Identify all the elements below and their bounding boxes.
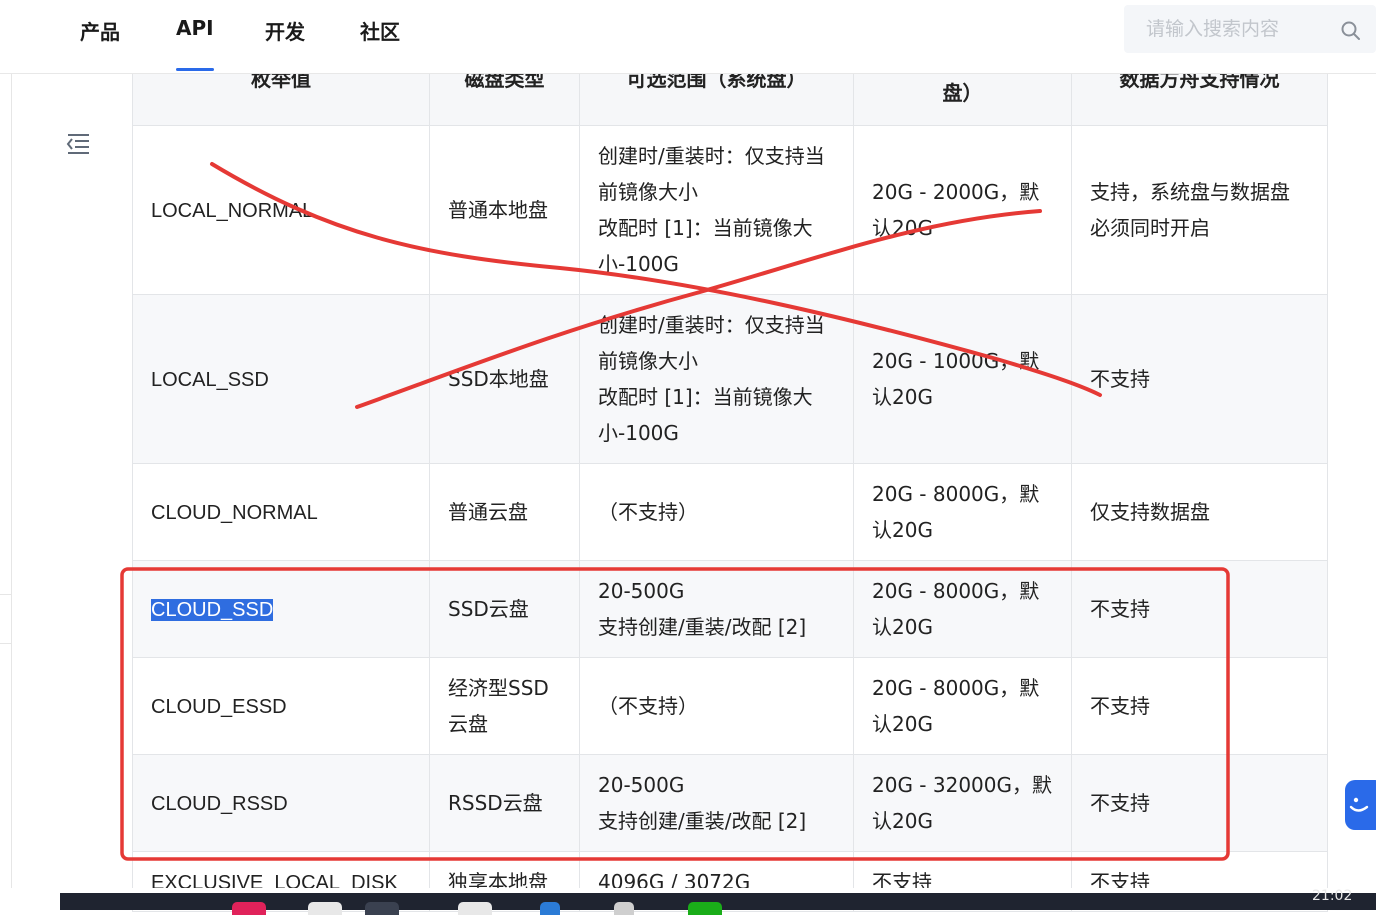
- app-icon-active[interactable]: [365, 902, 399, 915]
- data-range-line: 认20G: [872, 712, 933, 736]
- left-rail-divider: [0, 594, 12, 644]
- system-range-line: 前镜像大小: [598, 349, 698, 373]
- disk-type: RSSD云盘: [448, 791, 543, 815]
- system-range-line: （不支持）: [598, 500, 698, 524]
- disk-type: 云盘: [448, 712, 488, 736]
- app-icon[interactable]: [458, 902, 492, 915]
- enum-value[interactable]: CLOUD_ESSD: [151, 696, 287, 718]
- app-icon[interactable]: [232, 902, 266, 915]
- ark-support-line: 必须同时开启: [1090, 216, 1210, 240]
- system-range-line: 支持创建/重装/改配 [2]: [598, 809, 807, 833]
- system-range-line: 改配时 [1]：当前镜像大: [598, 385, 813, 409]
- app-icon[interactable]: [540, 902, 560, 915]
- search-input[interactable]: [1146, 15, 1336, 43]
- disk-type-table: 枚举值 磁盘类型 可选范围（系统盘） 盘） 数据方舟支持情况 LOCAL_NOR…: [132, 50, 1328, 912]
- app-icon[interactable]: [688, 902, 722, 915]
- disk-type: SSD本地盘: [448, 367, 549, 391]
- disk-type: 经济型SSD: [448, 676, 549, 700]
- nav-item-products[interactable]: 产品: [80, 16, 120, 45]
- ark-support-line: 不支持: [1090, 597, 1150, 621]
- data-range-line: 认20G: [872, 615, 933, 639]
- disk-type: SSD云盘: [448, 597, 529, 621]
- disk-type-table-wrapper: 枚举值 磁盘类型 可选范围（系统盘） 盘） 数据方舟支持情况 LOCAL_NOR…: [132, 50, 1328, 912]
- enum-value[interactable]: CLOUD_RSSD: [151, 793, 288, 815]
- system-range-line: 支持创建/重装/改配 [2]: [598, 615, 807, 639]
- enum-value[interactable]: LOCAL_NORMAL: [151, 200, 313, 222]
- enum-value[interactable]: CLOUD_NORMAL: [151, 502, 318, 524]
- system-range-line: （不支持）: [598, 694, 698, 718]
- data-range-line: 20G - 8000G，默: [872, 676, 1040, 700]
- nav-item-community[interactable]: 社区: [360, 16, 400, 45]
- left-rail: [0, 74, 12, 890]
- outline-collapse-icon[interactable]: [64, 130, 92, 158]
- table-row: CLOUD_NORMAL 普通云盘 （不支持） 20G - 8000G，默 认2…: [132, 463, 1328, 561]
- ark-support-line: 不支持: [1090, 791, 1150, 815]
- data-range-line: 认20G: [872, 518, 933, 542]
- search-box: [1124, 5, 1376, 53]
- ark-support-line: 不支持: [1090, 367, 1150, 391]
- system-range-line: 创建时/重装时：仅支持当: [598, 313, 825, 337]
- nav-item-develop[interactable]: 开发: [265, 16, 305, 45]
- data-range-line: 20G - 1000G，默: [872, 349, 1040, 373]
- table-row: CLOUD_ESSD 经济型SSD 云盘 （不支持） 20G - 8000G，默…: [132, 657, 1328, 755]
- ark-support-line: 不支持: [1090, 694, 1150, 718]
- nav-item-api[interactable]: API: [176, 16, 214, 71]
- system-range-line: 前镜像大小: [598, 180, 698, 204]
- table-row: CLOUD_RSSD RSSD云盘 20-500G 支持创建/重装/改配 [2]…: [132, 754, 1328, 852]
- table-row: CLOUD_SSD SSD云盘 20-500G 支持创建/重装/改配 [2] 2…: [132, 560, 1328, 658]
- data-range-line: 20G - 8000G，默: [872, 482, 1040, 506]
- table-row: LOCAL_SSD SSD本地盘 创建时/重装时：仅支持当 前镜像大小 改配时 …: [132, 294, 1328, 464]
- os-taskbar: 21:02: [0, 888, 1376, 915]
- search-icon[interactable]: [1340, 20, 1362, 42]
- app-icon[interactable]: [614, 902, 634, 915]
- taskbar-strip: [60, 893, 1376, 915]
- system-range-line: 改配时 [1]：当前镜像大: [598, 216, 813, 240]
- floating-help-button[interactable]: [1345, 780, 1376, 830]
- system-range-line: 小-100G: [598, 421, 679, 445]
- data-range-line: 认20G: [872, 216, 933, 240]
- data-range-line: 20G - 32000G，默: [872, 773, 1052, 797]
- disk-type: 普通云盘: [448, 500, 528, 524]
- ark-support-line: 仅支持数据盘: [1090, 500, 1210, 524]
- enum-value[interactable]: LOCAL_SSD: [151, 369, 269, 391]
- system-range-line: 20-500G: [598, 773, 685, 797]
- top-navigation-bar: 产品 API 开发 社区: [0, 0, 1376, 74]
- system-range-line: 20-500G: [598, 579, 685, 603]
- app-icon[interactable]: [308, 902, 342, 915]
- data-range-line: 20G - 8000G，默: [872, 579, 1040, 603]
- data-range-line: 认20G: [872, 809, 933, 833]
- data-range-line: 20G - 2000G，默: [872, 180, 1040, 204]
- disk-type: 普通本地盘: [448, 198, 548, 222]
- taskbar-clock: 21:02: [1312, 888, 1353, 904]
- enum-value-selected[interactable]: CLOUD_SSD: [151, 598, 274, 621]
- system-range-line: 小-100G: [598, 252, 679, 276]
- system-range-line: 创建时/重装时：仅支持当: [598, 144, 825, 168]
- ark-support-line: 支持，系统盘与数据盘: [1090, 180, 1290, 204]
- data-range-line: 认20G: [872, 385, 933, 409]
- smile-icon: [1349, 797, 1369, 812]
- table-row: LOCAL_NORMAL 普通本地盘 创建时/重装时：仅支持当 前镜像大小 改配…: [132, 125, 1328, 295]
